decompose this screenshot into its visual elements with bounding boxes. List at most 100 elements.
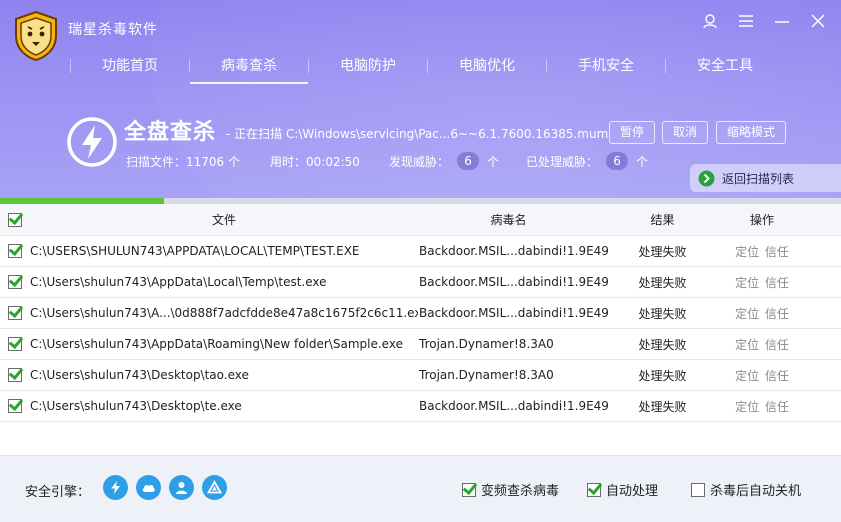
col-header-virus: 病毒名 xyxy=(490,213,527,227)
row-checkbox[interactable] xyxy=(8,306,22,320)
engine-icons xyxy=(103,475,227,500)
scan-title: 全盘查杀 xyxy=(124,120,217,145)
col-header-result: 结果 xyxy=(650,213,675,227)
threats-found: 发现威胁： 6 个 xyxy=(389,152,526,170)
threat-table: 文件 病毒名 结果 操作 C:\USERS\SHULUN743\APPDATA\… xyxy=(0,204,841,422)
threats-unit: 个 xyxy=(487,154,500,169)
row-result: 处理失败 xyxy=(638,275,687,290)
row-checkbox[interactable] xyxy=(8,368,22,382)
main-nav: 功能首页 病毒查杀 电脑防护 电脑优化 手机安全 安全工具 xyxy=(70,50,784,84)
freq-scan-label: 变频查杀病毒 xyxy=(481,484,560,499)
locate-link[interactable]: 定位 xyxy=(735,307,759,321)
row-result: 处理失败 xyxy=(638,368,687,383)
handled-count-badge: 6 xyxy=(606,152,629,170)
triangle-icon xyxy=(207,480,222,494)
row-checkbox[interactable] xyxy=(8,337,22,351)
row-file: C:\Users\shulun743\A...\0d888f7adcfdde8e… xyxy=(30,306,418,320)
scan-lightning-icon xyxy=(67,117,117,167)
lion-logo-icon xyxy=(15,10,57,62)
cancel-button[interactable]: 取消 xyxy=(662,121,709,144)
trust-link[interactable]: 信任 xyxy=(765,276,789,290)
account-button[interactable] xyxy=(699,10,721,32)
row-virus: Backdoor.MSIL...dabindi!1.9E49 xyxy=(419,275,609,289)
row-virus: Trojan.Dynamer!8.3A0 xyxy=(419,337,554,351)
header: 瑞星杀毒软件 功能首页 病毒查杀 电脑防护 电脑优化 手机安全 安全工具 全盘查… xyxy=(0,0,841,198)
scan-stats: 扫描文件：11706 个 用时：00:02:50 发现威胁： 6 个 已处理威胁… xyxy=(126,152,648,170)
mini-mode-button[interactable]: 缩略模式 xyxy=(716,121,787,144)
tab-home[interactable]: 功能首页 xyxy=(71,50,189,82)
scanned-files: 扫描文件：11706 个 xyxy=(126,154,240,169)
minimize-button[interactable] xyxy=(771,10,793,32)
table-row: C:\Users\shulun743\Desktop\te.exe Backdo… xyxy=(0,391,841,422)
row-virus: Backdoor.MSIL...dabindi!1.9E49 xyxy=(419,306,609,320)
row-checkbox[interactable] xyxy=(8,399,22,413)
cloud-icon xyxy=(142,484,155,492)
return-scan-list-button[interactable]: 返回扫描列表 xyxy=(690,164,841,192)
tab-tools[interactable]: 安全工具 xyxy=(666,50,784,82)
auto-handle-checkbox[interactable] xyxy=(587,482,601,497)
table-row: C:\Users\shulun743\Desktop\tao.exe Troja… xyxy=(0,360,841,391)
return-scan-list-label: 返回扫描列表 xyxy=(722,171,795,186)
table-row: C:\Users\shulun743\AppData\Roaming\New f… xyxy=(0,329,841,360)
col-header-ops: 操作 xyxy=(749,213,774,227)
locate-link[interactable]: 定位 xyxy=(735,338,759,352)
row-result: 处理失败 xyxy=(638,399,687,414)
trust-link[interactable]: 信任 xyxy=(765,245,789,259)
col-header-file: 文件 xyxy=(211,213,236,227)
return-arrow-icon xyxy=(698,170,715,186)
table-row: C:\Users\shulun743\AppData\Local\Temp\te… xyxy=(0,267,841,298)
footer: 安全引擎： 变频查杀病毒 自动处理 杀毒后自动关机 xyxy=(0,455,841,522)
menu-button[interactable] xyxy=(735,10,757,32)
tab-mobile[interactable]: 手机安全 xyxy=(547,50,665,82)
engine-triangle-button[interactable] xyxy=(202,475,227,500)
threats-handled: 已处理威胁： 6 个 xyxy=(526,152,648,170)
trust-link[interactable]: 信任 xyxy=(765,369,789,383)
close-icon xyxy=(811,14,825,28)
threats-handled-label: 已处理威胁： xyxy=(526,154,599,169)
tab-virus-scan[interactable]: 病毒查杀 xyxy=(190,50,308,84)
table-row: C:\USERS\SHULUN743\APPDATA\LOCAL\TEMP\TE… xyxy=(0,236,841,267)
row-file: C:\USERS\SHULUN743\APPDATA\LOCAL\TEMP\TE… xyxy=(30,244,360,258)
menu-icon xyxy=(739,15,753,27)
row-checkbox[interactable] xyxy=(8,244,22,258)
auto-handle-option[interactable]: 自动处理 xyxy=(587,480,658,499)
auto-shutdown-option[interactable]: 杀毒后自动关机 xyxy=(691,480,801,499)
app-title: 瑞星杀毒软件 xyxy=(68,22,158,38)
freq-scan-checkbox[interactable] xyxy=(462,482,476,497)
tab-optimize[interactable]: 电脑优化 xyxy=(428,50,546,82)
auto-shutdown-checkbox[interactable] xyxy=(691,482,705,497)
row-result: 处理失败 xyxy=(638,306,687,321)
row-file: C:\Users\shulun743\AppData\Local\Temp\te… xyxy=(30,275,327,289)
user-icon xyxy=(703,14,717,29)
row-result: 处理失败 xyxy=(638,244,687,259)
table-row: C:\Users\shulun743\A...\0d888f7adcfdde8e… xyxy=(0,298,841,329)
close-button[interactable] xyxy=(807,10,829,32)
row-file: C:\Users\shulun743\AppData\Roaming\New f… xyxy=(30,337,403,351)
engine-label: 安全引擎： xyxy=(25,485,91,500)
auto-handle-label: 自动处理 xyxy=(606,484,659,499)
minimize-icon xyxy=(775,21,789,23)
user-icon xyxy=(176,482,187,494)
row-file: C:\Users\shulun743\Desktop\te.exe xyxy=(30,399,242,413)
trust-link[interactable]: 信任 xyxy=(765,338,789,352)
row-virus: Backdoor.MSIL...dabindi!1.9E49 xyxy=(419,399,609,413)
select-all-checkbox[interactable] xyxy=(8,212,22,227)
row-checkbox[interactable] xyxy=(8,275,22,289)
pause-button[interactable]: 暂停 xyxy=(609,121,656,144)
trust-link[interactable]: 信任 xyxy=(765,307,789,321)
locate-link[interactable]: 定位 xyxy=(735,276,759,290)
table-header: 文件 病毒名 结果 操作 xyxy=(0,204,841,236)
locate-link[interactable]: 定位 xyxy=(735,369,759,383)
row-virus: Backdoor.MSIL...dabindi!1.9E49 xyxy=(419,244,609,258)
engine-cloud-button[interactable] xyxy=(136,475,161,500)
window-controls xyxy=(699,10,829,32)
locate-link[interactable]: 定位 xyxy=(735,245,759,259)
trust-link[interactable]: 信任 xyxy=(765,400,789,414)
engine-lightning-button[interactable] xyxy=(103,475,128,500)
engine-user-button[interactable] xyxy=(169,475,194,500)
locate-link[interactable]: 定位 xyxy=(735,400,759,414)
auto-shutdown-label: 杀毒后自动关机 xyxy=(710,484,802,499)
elapsed-time: 用时：00:02:50 xyxy=(270,154,360,169)
freq-scan-option[interactable]: 变频查杀病毒 xyxy=(462,480,559,499)
tab-protection[interactable]: 电脑防护 xyxy=(309,50,427,82)
